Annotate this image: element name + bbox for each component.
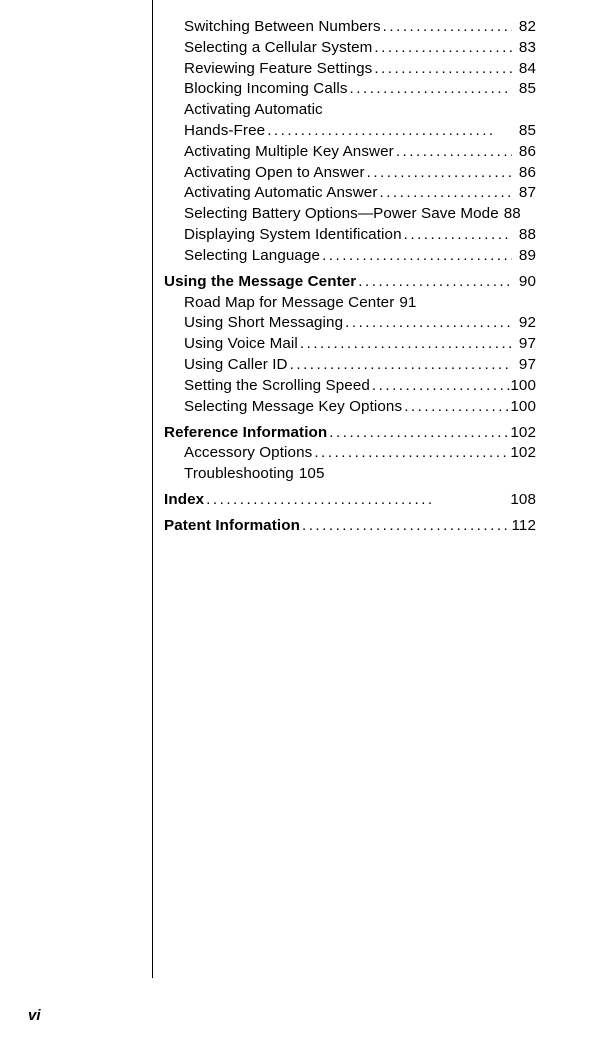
toc-label: Activating Automatic Answer <box>184 184 377 201</box>
toc-leader: .................................. <box>300 517 512 534</box>
toc-subitem: Activating Automatic Answer ............… <box>164 184 536 201</box>
toc-label: Using Voice Mail <box>184 335 298 352</box>
toc-section-heading: Reference Information ..................… <box>164 424 536 441</box>
toc-subitem: Setting the Scrolling Speed ............… <box>164 377 536 394</box>
toc-label: Selecting Language <box>184 247 320 264</box>
toc-page: 100 <box>510 377 536 394</box>
toc-leader: .................................. <box>343 314 512 331</box>
toc-label: Accessory Options <box>184 444 312 461</box>
toc-page: 85 <box>512 80 536 97</box>
toc-label: Setting the Scrolling Speed <box>184 377 370 394</box>
toc-subitem: Reviewing Feature Settings .............… <box>164 60 536 77</box>
toc-page: 100 <box>510 398 536 415</box>
toc-subitem: Selecting Language .....................… <box>164 247 536 264</box>
toc-page: 85 <box>512 122 536 139</box>
toc-page: 86 <box>512 164 536 181</box>
toc-label: Activating Automatic <box>184 101 323 118</box>
toc-label: Index <box>164 491 204 508</box>
toc-leader: .................................. <box>394 143 512 160</box>
toc-label: Activating Multiple Key Answer <box>184 143 394 160</box>
toc-page: 112 <box>511 517 536 534</box>
toc-subitem: Activating Automatic <box>164 101 536 118</box>
toc-subitem: Troubleshooting 105 <box>164 465 536 482</box>
toc-leader: .................................. <box>377 184 512 201</box>
toc-page: 84 <box>512 60 536 77</box>
toc-subitem: Selecting a Cellular System ............… <box>164 39 536 56</box>
toc-page: 92 <box>512 314 536 331</box>
toc-label: Using Short Messaging <box>184 314 343 331</box>
toc-subitem: Hands-Free .............................… <box>164 122 536 139</box>
toc-label: Selecting Message Key Options <box>184 398 402 415</box>
toc-label: Troubleshooting <box>184 465 294 482</box>
toc-page: 97 <box>512 356 536 373</box>
toc-content: Switching Between Numbers ..............… <box>164 18 536 538</box>
toc-page: 86 <box>512 143 536 160</box>
toc-page: 91 <box>399 294 416 311</box>
toc-subitem: Selecting Message Key Options ..........… <box>164 398 536 415</box>
toc-label: Using Caller ID <box>184 356 288 373</box>
page-number: vi <box>28 1007 41 1024</box>
toc-label: Switching Between Numbers <box>184 18 381 35</box>
toc-label: Selecting a Cellular System <box>184 39 372 56</box>
toc-subitem: Switching Between Numbers ..............… <box>164 18 536 35</box>
toc-section-heading: Patent Information .....................… <box>164 517 536 534</box>
toc-page: 87 <box>512 184 536 201</box>
toc-section-heading: Index ..................................… <box>164 491 536 508</box>
toc-page: 90 <box>512 273 536 290</box>
toc-leader: .................................. <box>288 356 512 373</box>
toc-page: 88 <box>504 205 521 222</box>
toc-label: Road Map for Message Center <box>184 294 394 311</box>
toc-leader: .................................. <box>298 335 512 352</box>
toc-label: Patent Information <box>164 517 300 534</box>
toc-leader: .................................. <box>320 247 512 264</box>
toc-leader: .................................. <box>327 424 510 441</box>
toc-label: Displaying System Identification <box>184 226 402 243</box>
toc-page: 108 <box>510 491 536 508</box>
toc-subitem: Selecting Battery Options—Power Save Mod… <box>164 205 536 222</box>
toc-leader: .................................. <box>372 39 512 56</box>
toc-page: 102 <box>510 444 536 461</box>
toc-leader: .................................. <box>204 491 510 508</box>
toc-section-heading: Using the Message Center ...............… <box>164 273 536 290</box>
toc-subitem: Blocking Incoming Calls ................… <box>164 80 536 97</box>
toc-label: Reference Information <box>164 424 327 441</box>
toc-page: 102 <box>510 424 536 441</box>
toc-subitem: Accessory Options ......................… <box>164 444 536 461</box>
toc-page: 82 <box>512 18 536 35</box>
toc-subitem: Using Caller ID ........................… <box>164 356 536 373</box>
toc-subitem: Road Map for Message Center 91 <box>164 294 536 311</box>
toc-page: 97 <box>512 335 536 352</box>
toc-leader: .................................. <box>402 226 512 243</box>
toc-leader: .................................. <box>348 80 512 97</box>
toc-subitem: Activating Open to Answer ..............… <box>164 164 536 181</box>
toc-label: Reviewing Feature Settings <box>184 60 372 77</box>
toc-leader: .................................. <box>381 18 512 35</box>
toc-page: 89 <box>512 247 536 264</box>
toc-subitem: Displaying System Identification .......… <box>164 226 536 243</box>
toc-leader: .................................. <box>356 273 512 290</box>
toc-label: Using the Message Center <box>164 273 356 290</box>
vertical-divider <box>152 0 153 978</box>
toc-page: 83 <box>512 39 536 56</box>
toc-leader: .................................. <box>402 398 510 415</box>
toc-subitem: Using Voice Mail .......................… <box>164 335 536 352</box>
toc-label: Activating Open to Answer <box>184 164 365 181</box>
toc-leader: .................................. <box>365 164 512 181</box>
toc-page: 105 <box>299 465 325 482</box>
toc-label: Blocking Incoming Calls <box>184 80 348 97</box>
toc-subitem: Activating Multiple Key Answer .........… <box>164 143 536 160</box>
toc-subitem: Using Short Messaging ..................… <box>164 314 536 331</box>
toc-page: 88 <box>512 226 536 243</box>
toc-leader: .................................. <box>312 444 510 461</box>
toc-label: Hands-Free <box>184 122 265 139</box>
toc-label: Selecting Battery Options—Power Save Mod… <box>184 205 499 222</box>
toc-leader: .................................. <box>370 377 510 394</box>
toc-leader: .................................. <box>265 122 512 139</box>
toc-leader: .................................. <box>372 60 512 77</box>
